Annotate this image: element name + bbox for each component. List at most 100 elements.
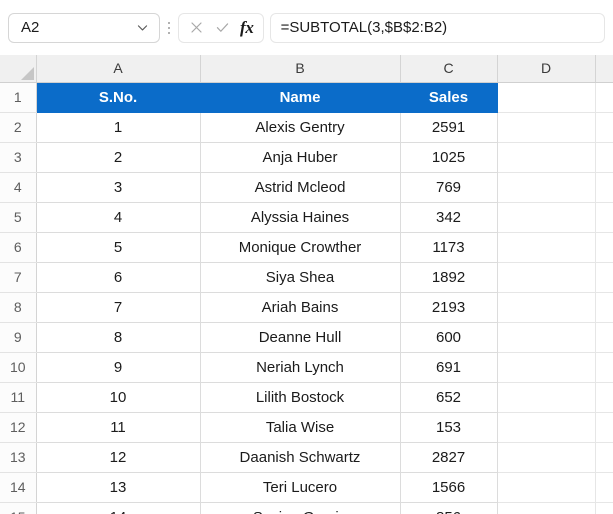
- column-header-e[interactable]: [595, 55, 613, 83]
- cell-c8-sales[interactable]: 2193: [400, 292, 498, 323]
- cell-d10[interactable]: [497, 352, 596, 383]
- cell-a5-sno[interactable]: 4: [36, 202, 201, 233]
- cell-d14[interactable]: [497, 472, 596, 503]
- cell-a1-sno-header[interactable]: S.No.: [36, 82, 201, 113]
- cell-c5-sales[interactable]: 342: [400, 202, 498, 233]
- cell-d11[interactable]: [497, 382, 596, 413]
- cell-d8[interactable]: [497, 292, 596, 323]
- cell-a15-sno[interactable]: 14: [36, 502, 201, 514]
- row-header-8[interactable]: 8: [0, 292, 37, 323]
- column-header-d[interactable]: D: [497, 55, 596, 83]
- cell-b6-name[interactable]: Monique Crowther: [200, 232, 401, 263]
- cell-a7-sno[interactable]: 6: [36, 262, 201, 293]
- cell-c2-sales[interactable]: 2591: [400, 112, 498, 143]
- cell-e10[interactable]: [595, 352, 613, 383]
- cell-e5[interactable]: [595, 202, 613, 233]
- row-header-5[interactable]: 5: [0, 202, 37, 233]
- cell-c11-sales[interactable]: 652: [400, 382, 498, 413]
- cell-c14-sales[interactable]: 1566: [400, 472, 498, 503]
- cell-d15[interactable]: [497, 502, 596, 514]
- cell-d4[interactable]: [497, 172, 596, 203]
- cell-e4[interactable]: [595, 172, 613, 203]
- cell-a3-sno[interactable]: 2: [36, 142, 201, 173]
- cell-b9-name[interactable]: Deanne Hull: [200, 322, 401, 353]
- row-header-11[interactable]: 11: [0, 382, 37, 413]
- cell-b5-name[interactable]: Alyssia Haines: [200, 202, 401, 233]
- cell-d5[interactable]: [497, 202, 596, 233]
- row-header-14[interactable]: 14: [0, 472, 37, 503]
- column-header-c[interactable]: C: [400, 55, 498, 83]
- cell-e1[interactable]: [595, 82, 613, 113]
- cell-d3[interactable]: [497, 142, 596, 173]
- cell-a13-sno[interactable]: 12: [36, 442, 201, 473]
- cell-d12[interactable]: [497, 412, 596, 443]
- spreadsheet-grid[interactable]: A B C D 1 S.No. Name Sales 2 1 Alexis Gent…: [0, 55, 613, 514]
- cell-b11-name[interactable]: Lilith Bostock: [200, 382, 401, 413]
- cell-c15-sales[interactable]: 856: [400, 502, 498, 514]
- cell-c13-sales[interactable]: 2827: [400, 442, 498, 473]
- name-box[interactable]: A2: [8, 12, 160, 43]
- cell-e14[interactable]: [595, 472, 613, 503]
- cell-b15-name[interactable]: Savina Garcia: [200, 502, 401, 514]
- cell-a6-sno[interactable]: 5: [36, 232, 201, 263]
- row-header-4[interactable]: 4: [0, 172, 37, 203]
- cell-d9[interactable]: [497, 322, 596, 353]
- cell-c4-sales[interactable]: 769: [400, 172, 498, 203]
- cell-b4-name[interactable]: Astrid Mcleod: [200, 172, 401, 203]
- fx-icon[interactable]: fx: [240, 19, 254, 36]
- cell-b8-name[interactable]: Ariah Bains: [200, 292, 401, 323]
- row-header-3[interactable]: 3: [0, 142, 37, 173]
- confirm-check-icon[interactable]: [214, 19, 231, 36]
- cell-c6-sales[interactable]: 1173: [400, 232, 498, 263]
- cell-e11[interactable]: [595, 382, 613, 413]
- row-header-15[interactable]: 15: [0, 502, 37, 514]
- column-header-b[interactable]: B: [200, 55, 401, 83]
- row-header-9[interactable]: 9: [0, 322, 37, 353]
- cell-e12[interactable]: [595, 412, 613, 443]
- cell-d1[interactable]: [497, 82, 596, 113]
- cell-a9-sno[interactable]: 8: [36, 322, 201, 353]
- cell-b13-name[interactable]: Daanish Schwartz: [200, 442, 401, 473]
- cell-a12-sno[interactable]: 11: [36, 412, 201, 443]
- cell-d7[interactable]: [497, 262, 596, 293]
- cell-e13[interactable]: [595, 442, 613, 473]
- cell-b7-name[interactable]: Siya Shea: [200, 262, 401, 293]
- cell-b3-name[interactable]: Anja Huber: [200, 142, 401, 173]
- cancel-x-icon[interactable]: [188, 19, 205, 36]
- cell-c12-sales[interactable]: 153: [400, 412, 498, 443]
- cell-c3-sales[interactable]: 1025: [400, 142, 498, 173]
- row-header-12[interactable]: 12: [0, 412, 37, 443]
- row-header-6[interactable]: 6: [0, 232, 37, 263]
- cell-c1-sales-header[interactable]: Sales: [400, 82, 498, 113]
- cell-a14-sno[interactable]: 13: [36, 472, 201, 503]
- cell-e8[interactable]: [595, 292, 613, 323]
- cell-b10-name[interactable]: Neriah Lynch: [200, 352, 401, 383]
- row-header-13[interactable]: 13: [0, 442, 37, 473]
- cell-e9[interactable]: [595, 322, 613, 353]
- chevron-down-icon[interactable]: [136, 21, 149, 34]
- cell-d2[interactable]: [497, 112, 596, 143]
- row-header-10[interactable]: 10: [0, 352, 37, 383]
- cell-b1-name-header[interactable]: Name: [200, 82, 401, 113]
- formula-input[interactable]: =SUBTOTAL(3,$B$2:B2): [269, 12, 605, 43]
- cell-e3[interactable]: [595, 142, 613, 173]
- row-header-2[interactable]: 2: [0, 112, 37, 143]
- cell-a4-sno[interactable]: 3: [36, 172, 201, 203]
- cell-a11-sno[interactable]: 10: [36, 382, 201, 413]
- select-all-corner-icon[interactable]: [0, 55, 37, 83]
- cell-a2-sno[interactable]: 1: [36, 112, 201, 143]
- row-header-7[interactable]: 7: [0, 262, 37, 293]
- cell-b12-name[interactable]: Talia Wise: [200, 412, 401, 443]
- cell-e6[interactable]: [595, 232, 613, 263]
- cell-d13[interactable]: [497, 442, 596, 473]
- cell-b2-name[interactable]: Alexis Gentry: [200, 112, 401, 143]
- cell-e15[interactable]: [595, 502, 613, 514]
- row-header-1[interactable]: 1: [0, 82, 37, 113]
- cell-e2[interactable]: [595, 112, 613, 143]
- cell-c9-sales[interactable]: 600: [400, 322, 498, 353]
- cell-c7-sales[interactable]: 1892: [400, 262, 498, 293]
- cell-b14-name[interactable]: Teri Lucero: [200, 472, 401, 503]
- cell-a10-sno[interactable]: 9: [36, 352, 201, 383]
- cell-d6[interactable]: [497, 232, 596, 263]
- column-header-a[interactable]: A: [36, 55, 201, 83]
